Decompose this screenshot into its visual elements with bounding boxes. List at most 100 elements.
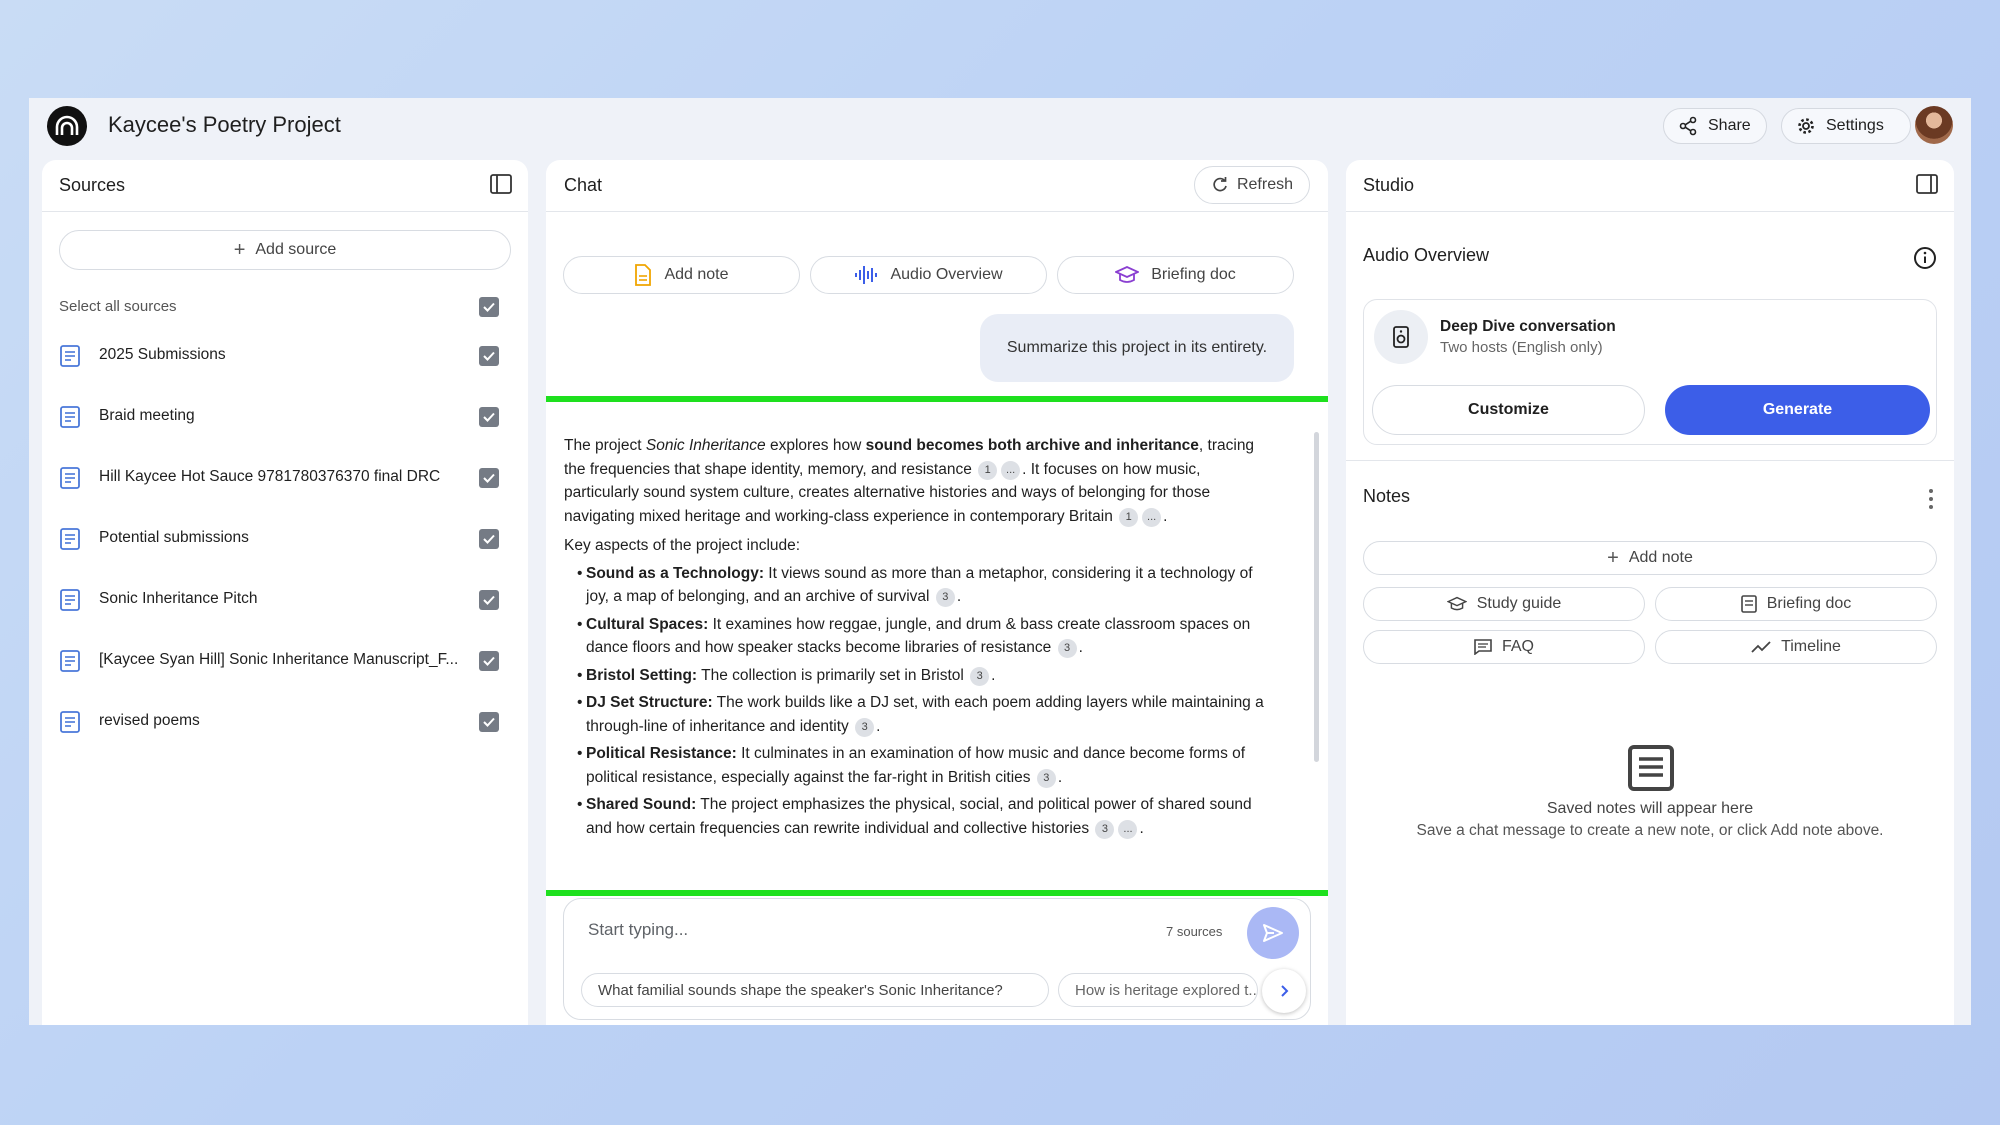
- sources-header: Sources: [42, 160, 528, 212]
- collapse-panel-icon[interactable]: [1916, 174, 1938, 194]
- source-label: [Kaycee Syan Hill] Sonic Inheritance Man…: [99, 651, 459, 668]
- citation-chip[interactable]: 1: [1119, 507, 1139, 527]
- suggestion-chip[interactable]: How is heritage explored t...: [1058, 973, 1258, 1007]
- more-vert-icon[interactable]: [1928, 488, 1934, 510]
- source-item[interactable]: 2025 Submissions: [59, 336, 519, 376]
- add-note-button[interactable]: Add note: [563, 256, 800, 294]
- user-message-bubble: Summarize this project in its entirety.: [980, 314, 1294, 382]
- citation-chip[interactable]: 3: [855, 717, 875, 737]
- source-checkbox[interactable]: [479, 407, 499, 427]
- chat-input[interactable]: Start typing...: [588, 920, 688, 940]
- add-note-studio-button[interactable]: + Add note: [1363, 541, 1937, 575]
- intro-text-5: .: [1163, 507, 1168, 525]
- info-icon[interactable]: [1913, 246, 1937, 270]
- share-label: Share: [1708, 117, 1751, 134]
- source-checkbox[interactable]: [479, 651, 499, 671]
- checkmark-icon: [483, 412, 495, 422]
- send-button[interactable]: [1247, 907, 1299, 959]
- studio-panel: Studio Audio Overview Deep Dive conversa…: [1346, 160, 1954, 1025]
- source-label: revised poems: [99, 712, 200, 729]
- source-checkbox[interactable]: [479, 712, 499, 732]
- add-source-button[interactable]: + Add source: [59, 230, 511, 270]
- citation-chip[interactable]: 3: [1036, 768, 1056, 788]
- citation-more-chip[interactable]: ...: [1118, 819, 1138, 839]
- source-checkbox[interactable]: [479, 346, 499, 366]
- citation-chip[interactable]: 3: [935, 588, 955, 607]
- send-icon: [1263, 924, 1283, 942]
- source-item[interactable]: Braid meeting: [59, 397, 519, 437]
- checkmark-icon: [483, 302, 495, 312]
- audio-overview-button[interactable]: Audio Overview: [810, 256, 1047, 294]
- source-checkbox[interactable]: [479, 529, 499, 549]
- source-checkbox[interactable]: [479, 468, 499, 488]
- assistant-response: The project Sonic Inheritance explores h…: [564, 434, 1264, 844]
- document-icon: [60, 711, 80, 733]
- generate-button[interactable]: Generate: [1665, 385, 1930, 435]
- project-name: Sonic Inheritance: [645, 437, 766, 454]
- source-item[interactable]: [Kaycee Syan Hill] Sonic Inheritance Man…: [59, 641, 519, 681]
- citation-chip[interactable]: 3: [970, 666, 990, 686]
- citation-chip[interactable]: 3: [1095, 819, 1115, 839]
- chat-header: Chat Refresh: [546, 160, 1328, 212]
- citation-chip[interactable]: 1: [978, 460, 998, 480]
- collapse-panel-icon[interactable]: [490, 174, 512, 194]
- share-button[interactable]: Share: [1663, 108, 1767, 144]
- highlighted-response: The project Sonic Inheritance explores h…: [546, 396, 1328, 896]
- study-guide-label: Study guide: [1476, 595, 1562, 612]
- add-source-label: Add source: [255, 241, 337, 258]
- study-guide-button[interactable]: Study guide: [1363, 587, 1645, 621]
- key-aspects-list: Sound as a Technology: It views sound as…: [564, 562, 1264, 841]
- document-icon: [60, 650, 80, 672]
- source-item[interactable]: Sonic Inheritance Pitch: [59, 580, 519, 620]
- user-avatar[interactable]: [1915, 106, 1953, 144]
- key-aspect-text: The collection is primarily set in Brist…: [697, 666, 964, 684]
- notebooklm-logo-icon[interactable]: [47, 106, 87, 146]
- key-aspect-item: Bristol Setting: The collection is prima…: [564, 664, 1264, 688]
- faq-button[interactable]: FAQ: [1363, 630, 1645, 664]
- plus-icon: +: [233, 238, 246, 261]
- intro-text-1: The project: [564, 437, 646, 454]
- suggestion-chip[interactable]: What familial sounds shape the speaker's…: [581, 973, 1049, 1007]
- chat-bubble-icon: [1474, 639, 1492, 655]
- settings-label: Settings: [1826, 117, 1884, 134]
- key-aspect-title: Shared Sound:: [586, 796, 697, 813]
- citation-more-chip[interactable]: ...: [1142, 507, 1162, 527]
- source-label: Hill Kaycee Hot Sauce 9781780376370 fina…: [99, 468, 441, 485]
- notebook-title[interactable]: Kaycee's Poetry Project: [108, 112, 341, 138]
- notes-empty-icon: [1628, 745, 1674, 791]
- response-intro: The project Sonic Inheritance explores h…: [564, 434, 1264, 528]
- briefing-doc-studio-button[interactable]: Briefing doc: [1655, 587, 1937, 621]
- source-item[interactable]: revised poems: [59, 702, 519, 742]
- note-icon: [635, 264, 652, 286]
- next-suggestions-button[interactable]: [1262, 969, 1306, 1013]
- checkmark-icon: [483, 656, 495, 666]
- source-item[interactable]: Potential submissions: [59, 519, 519, 559]
- faq-label: FAQ: [1501, 638, 1534, 655]
- scrollbar-thumb[interactable]: [1314, 432, 1319, 762]
- document-icon: [1740, 595, 1757, 613]
- add-note-label: Add note: [1628, 549, 1693, 566]
- document-icon: [60, 345, 80, 367]
- citation-chip[interactable]: 3: [1057, 639, 1077, 658]
- divider: [1346, 460, 1954, 461]
- sources-panel: Sources + Add source Select all sources …: [42, 160, 528, 1025]
- app-window: Kaycee's Poetry Project Share Settings S…: [29, 98, 1971, 1025]
- source-item[interactable]: Hill Kaycee Hot Sauce 9781780376370 fina…: [59, 458, 519, 498]
- citation-more-chip[interactable]: ...: [1001, 460, 1021, 480]
- refresh-icon: [1213, 177, 1227, 192]
- refresh-button[interactable]: Refresh: [1193, 166, 1310, 204]
- briefing-doc-button[interactable]: Briefing doc: [1057, 256, 1294, 294]
- key-aspect-title: Sound as a Technology:: [586, 564, 764, 582]
- select-all-checkbox[interactable]: [479, 297, 499, 317]
- deep-dive-card: Deep Dive conversation Two hosts (Englis…: [1363, 299, 1937, 445]
- document-icon: [60, 467, 80, 489]
- customize-button[interactable]: Customize: [1372, 385, 1645, 435]
- source-checkbox[interactable]: [479, 590, 499, 610]
- sources-count: 7 sources: [1166, 924, 1223, 939]
- document-icon: [60, 406, 80, 428]
- settings-button[interactable]: Settings: [1781, 108, 1911, 144]
- chat-title: Chat: [564, 175, 603, 195]
- timeline-button[interactable]: Timeline: [1655, 630, 1937, 664]
- document-icon: [60, 589, 80, 611]
- notes-empty-subtitle: Save a chat message to create a new note…: [1416, 822, 1884, 839]
